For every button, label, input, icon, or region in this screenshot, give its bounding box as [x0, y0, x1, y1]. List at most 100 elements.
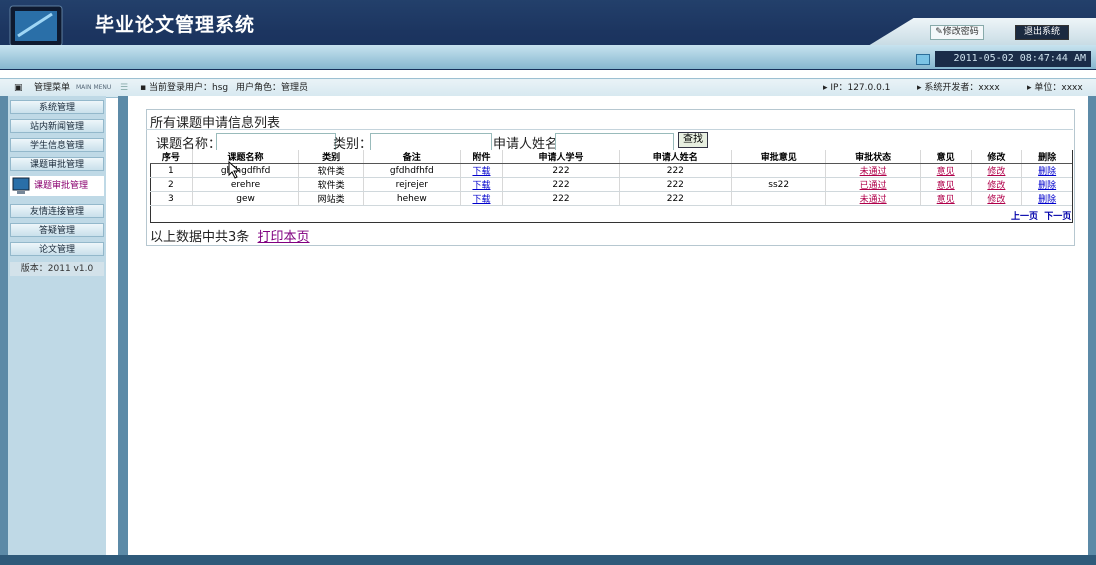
- frame-divider: [118, 96, 128, 556]
- cell-category: 网站类: [298, 191, 364, 206]
- sidebar-item-label: 课题审批管理: [34, 181, 89, 191]
- change-password-label: 修改密码: [942, 27, 979, 37]
- download-link[interactable]: 下载: [472, 181, 490, 191]
- cell-note: rejrejer: [362, 177, 461, 192]
- table-summary: 以上数据中共3条 打印本页: [150, 226, 310, 245]
- status-link[interactable]: 已通过: [860, 181, 887, 191]
- cell-student-name: 222: [618, 163, 732, 178]
- cell-no: 2: [150, 177, 193, 192]
- print-page-link[interactable]: 打印本页: [258, 230, 310, 245]
- datetime-display: 2011-05-02 08:47:44 AM: [935, 51, 1091, 67]
- login-user: 当前登录用户：hsg: [149, 83, 229, 93]
- cell-category: 软件类: [298, 163, 364, 178]
- col-attach: 附件: [459, 150, 503, 164]
- menu-icon: ▣: [14, 83, 23, 93]
- sidebar-item-topic-approval[interactable]: 课题审批管理: [10, 157, 104, 171]
- frame-right: [1088, 96, 1096, 558]
- col-edit: 修改: [970, 150, 1022, 164]
- status-link[interactable]: 未通过: [860, 195, 887, 205]
- opinion-link[interactable]: 意见: [937, 195, 955, 205]
- prev-page-link[interactable]: 上一页: [1011, 212, 1038, 222]
- cell-name: gew: [191, 191, 299, 206]
- col-category: 类别: [298, 150, 364, 164]
- cell-name: erehre: [191, 177, 299, 192]
- status-link[interactable]: 未通过: [860, 167, 887, 177]
- developer-label: ▸ 系统开发者：xxxx: [917, 83, 1000, 93]
- sidebar: 系统管理 站内新闻管理 学生信息管理 课题审批管理 课题审批管理 友情连接管理 …: [8, 96, 106, 556]
- edit-link[interactable]: 修改: [987, 181, 1005, 191]
- app-header: 毕业论文管理系统 ✎修改密码 退出系统 2011-05-02 08:47:44 …: [0, 0, 1096, 70]
- monitor-icon: [916, 54, 930, 65]
- menu-label-en: MAIN MENU: [76, 84, 112, 91]
- cell-opinion: ss22: [730, 177, 826, 192]
- unit-value: 单位：xxxx: [1034, 83, 1083, 93]
- col-no: 序号: [150, 150, 193, 164]
- key-icon: ✎: [935, 27, 943, 37]
- download-link[interactable]: 下载: [472, 195, 490, 205]
- ip-value: IP：127.0.0.1: [830, 83, 891, 93]
- edit-link[interactable]: 修改: [987, 167, 1005, 177]
- table-row: 3 gew 网站类 hehew 下载 222 222 未通过 意见 修改 删除: [150, 191, 1072, 206]
- sidebar-item-thesis[interactable]: 论文管理: [10, 242, 104, 256]
- frame-left: [0, 96, 8, 558]
- user-role: 用户角色：管理员: [236, 83, 309, 93]
- delete-link[interactable]: 删除: [1038, 195, 1056, 205]
- table-header-row: 序号 课题名称 类别 备注 附件 申请人学号 申请人姓名 审批意见 审批状态 意…: [150, 150, 1072, 164]
- app-title: 毕业论文管理系统: [95, 14, 256, 36]
- cell-student-name: 222: [618, 177, 732, 192]
- search-button[interactable]: 查找: [678, 132, 708, 148]
- opinion-link[interactable]: 意见: [937, 181, 955, 191]
- cell-student-id: 222: [502, 191, 620, 206]
- sidebar-item-students[interactable]: 学生信息管理: [10, 138, 104, 152]
- bullet-icon: ▪: [140, 83, 147, 93]
- cell-student-name: 222: [618, 191, 732, 206]
- cell-opinion: [730, 163, 826, 178]
- next-page-link[interactable]: 下一页: [1044, 212, 1071, 222]
- mouse-cursor-icon: [228, 161, 241, 179]
- col-note: 备注: [362, 150, 461, 164]
- change-password-button[interactable]: ✎修改密码: [930, 25, 984, 40]
- menu-collapse-icon[interactable]: ☰: [120, 79, 128, 97]
- cell-no: 1: [150, 163, 193, 178]
- cell-category: 软件类: [298, 177, 364, 192]
- panel-divider: [146, 129, 1073, 130]
- sidebar-item-news[interactable]: 站内新闻管理: [10, 119, 104, 133]
- col-opinion: 审批意见: [730, 150, 826, 164]
- sidebar-item-qa[interactable]: 答疑管理: [10, 223, 104, 237]
- col-status: 审批状态: [825, 150, 921, 164]
- cell-student-id: 222: [502, 163, 620, 178]
- developer-value: 系统开发者：xxxx: [924, 83, 1000, 93]
- menu-label: 管理菜单: [34, 83, 71, 93]
- delete-link[interactable]: 删除: [1038, 181, 1056, 191]
- topic-table: 序号 课题名称 类别 备注 附件 申请人学号 申请人姓名 审批意见 审批状态 意…: [150, 150, 1072, 206]
- sidebar-item-links[interactable]: 友情连接管理: [10, 204, 104, 218]
- frame-bottom: [0, 555, 1096, 565]
- logout-button[interactable]: 退出系统: [1015, 25, 1069, 40]
- edit-link[interactable]: 修改: [987, 195, 1005, 205]
- col-student-id: 申请人学号: [502, 150, 620, 164]
- col-name: 课题名称: [191, 150, 299, 164]
- opinion-link[interactable]: 意见: [937, 167, 955, 177]
- cell-opinion: [730, 191, 826, 206]
- unit-label: ▸ 单位：xxxx: [1027, 83, 1083, 93]
- delete-link[interactable]: 删除: [1038, 167, 1056, 177]
- status-bar: ▣ 管理菜单 MAIN MENU ☰ ▪ 当前登录用户：hsg 用户角色：管理员…: [0, 78, 1096, 98]
- sidebar-item-system[interactable]: 系统管理: [10, 100, 104, 114]
- table-row: 1 ghfhgdfhfd 软件类 gfdhdfhfd 下载 222 222 未通…: [150, 163, 1072, 178]
- col-student-name: 申请人姓名: [618, 150, 732, 164]
- version-label: 版本：2011 v1.0: [10, 262, 104, 276]
- col-delete: 删除: [1021, 150, 1072, 164]
- col-op: 意见: [919, 150, 972, 164]
- cell-no: 3: [150, 191, 193, 206]
- cell-student-id: 222: [502, 177, 620, 192]
- cell-note: gfdhdfhfd: [362, 163, 461, 178]
- summary-text: 以上数据中共3条: [150, 230, 250, 245]
- ip-label: ▸ IP：127.0.0.1: [823, 83, 891, 93]
- header-strip: [0, 45, 1096, 69]
- pager: 上一页 下一页: [1011, 209, 1071, 222]
- download-link[interactable]: 下载: [472, 167, 490, 177]
- computer-icon: [12, 177, 30, 194]
- cell-name: ghfhgdfhfd: [191, 163, 299, 178]
- sidebar-item-topic-approval-active[interactable]: 课题审批管理: [10, 176, 104, 196]
- cell-note: hehew: [362, 191, 461, 206]
